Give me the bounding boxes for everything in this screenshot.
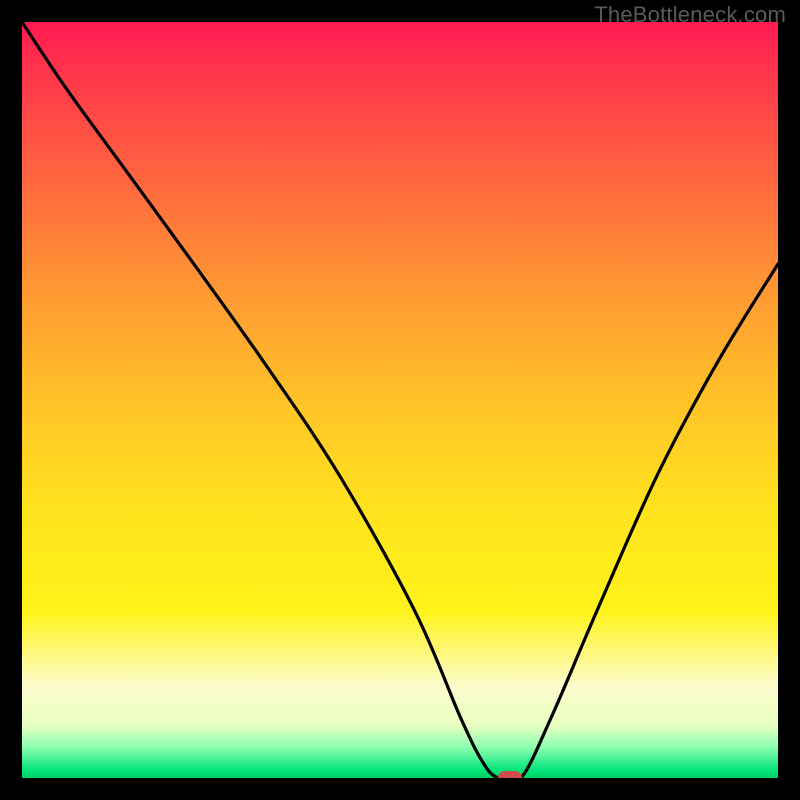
chart-frame: TheBottleneck.com (0, 0, 800, 800)
watermark-text: TheBottleneck.com (594, 2, 786, 28)
bottleneck-curve (22, 22, 778, 778)
plot-area (22, 22, 778, 778)
optimal-marker (498, 771, 522, 778)
